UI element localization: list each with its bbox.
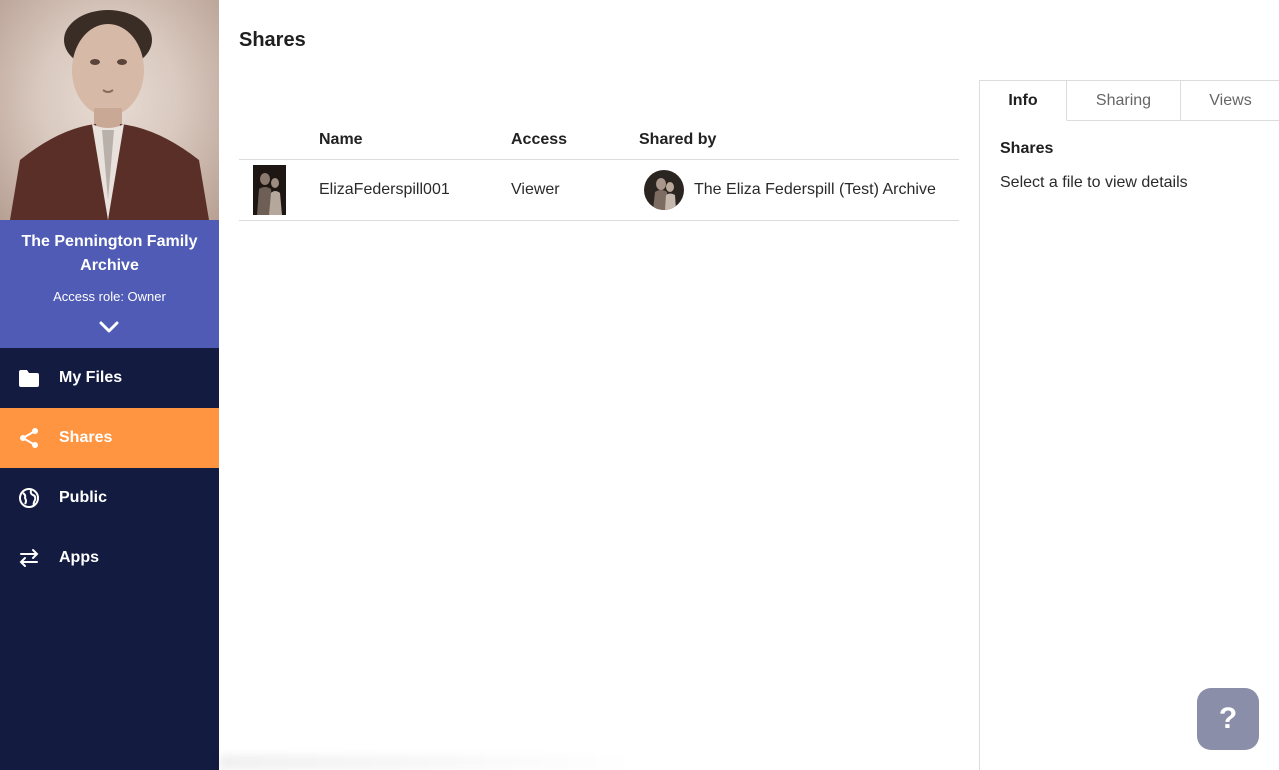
- folder-icon: [19, 370, 39, 387]
- table-row[interactable]: ElizaFederspill001 Viewer The Eliza Fede…: [239, 160, 959, 221]
- nav-my-files[interactable]: My Files: [0, 348, 219, 408]
- swap-arrows-icon: [19, 549, 39, 567]
- sidebar: The Pennington Family Archive Access rol…: [0, 0, 219, 770]
- file-name: ElizaFederspill001: [319, 181, 450, 198]
- shared-by-name: The Eliza Federspill (Test) Archive: [694, 181, 936, 198]
- details-tabs: Info Sharing Views: [980, 81, 1279, 121]
- nav-public[interactable]: Public: [0, 468, 219, 528]
- globe-icon: [19, 488, 39, 508]
- details-panel: Info Sharing Views Shares Select a file …: [979, 80, 1279, 770]
- file-thumbnail: [253, 165, 286, 215]
- access-role: Access role: Owner: [53, 289, 166, 304]
- access-level: Viewer: [511, 181, 560, 198]
- table-header: Name Access Shared by: [239, 120, 959, 160]
- column-header-access[interactable]: Access: [511, 130, 567, 150]
- nav-apps[interactable]: Apps: [0, 528, 219, 588]
- archive-switcher[interactable]: The Pennington Family Archive Access rol…: [0, 220, 219, 348]
- bottom-shadow: [219, 755, 639, 770]
- tab-sharing[interactable]: Sharing: [1067, 81, 1181, 121]
- chevron-down-icon[interactable]: [99, 320, 119, 334]
- details-heading: Shares: [1000, 140, 1054, 157]
- shared-by-avatar: [644, 170, 684, 210]
- share-icon: [20, 428, 38, 448]
- app: The Pennington Family Archive Access rol…: [0, 0, 1279, 770]
- tab-info[interactable]: Info: [980, 81, 1067, 121]
- nav-shares[interactable]: Shares: [0, 408, 219, 468]
- tab-views[interactable]: Views: [1181, 81, 1279, 121]
- column-header-shared-by[interactable]: Shared by: [639, 130, 716, 150]
- help-button[interactable]: ?: [1197, 688, 1259, 750]
- nav-label-public: Public: [59, 489, 108, 506]
- page-title: Shares: [239, 29, 306, 51]
- nav-label-my-files: My Files: [59, 369, 123, 386]
- nav-label-apps: Apps: [59, 549, 99, 566]
- nav-label-shares: Shares: [59, 429, 113, 446]
- archive-name: The Pennington Family Archive: [21, 233, 198, 274]
- archive-portrait-image[interactable]: [0, 0, 219, 220]
- details-empty-text: Select a file to view details: [1000, 174, 1188, 191]
- column-header-name[interactable]: Name: [319, 130, 363, 150]
